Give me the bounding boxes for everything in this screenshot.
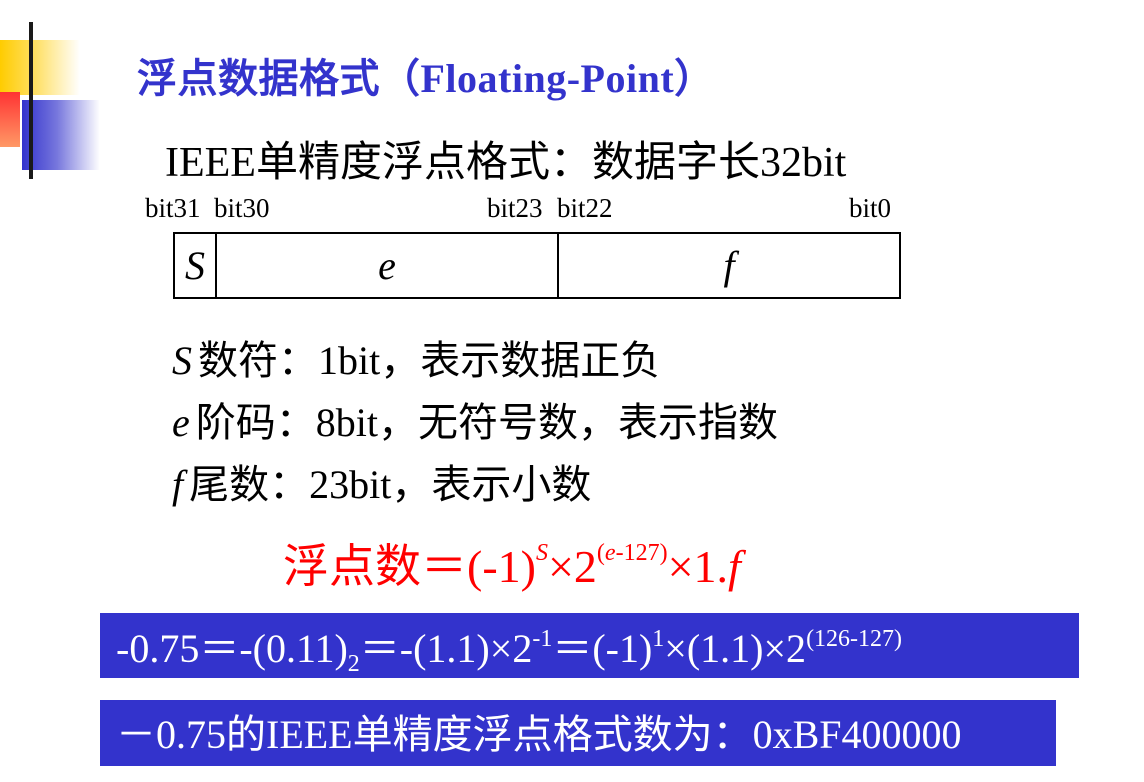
bit30-label: bit30 — [214, 193, 270, 223]
formula-power-rest: -127) — [615, 539, 668, 566]
bit31-label: bit31 — [145, 193, 201, 223]
result-box: －0.75的IEEE单精度浮点格式数为：0xBF400000 — [100, 700, 1056, 766]
slide-title: 浮点数据格式（Floating-Point） — [137, 56, 715, 101]
example-part2: ＝-(1.1)×2 — [359, 626, 533, 671]
example-final-exponent: (126-127) — [806, 625, 903, 652]
decor-red-block — [0, 92, 20, 147]
example-base-subscript: 2 — [347, 651, 360, 677]
exponent-symbol: e — [172, 400, 190, 445]
formula-power: (e-127) — [597, 540, 668, 566]
example-part3: ＝(-1) — [552, 626, 653, 671]
bit22-label: bit22 — [557, 193, 613, 223]
sign-symbol: S — [172, 338, 192, 383]
sign-field-cell: S — [175, 234, 217, 297]
formula-times-one: ×1. — [667, 541, 729, 592]
example-part4: ×(1.1)×2 — [664, 626, 807, 671]
fraction-symbol: f — [172, 462, 184, 507]
formula-power-e: e — [604, 539, 616, 566]
example-conversion-box: -0.75＝-(0.11)2＝-(1.1)×2-1＝(-1)1×(1.1)×2(… — [100, 613, 1079, 678]
exponent-description-text: 阶码：8bit，无符号数，表示指数 — [195, 400, 778, 445]
bit0-label: bit0 — [849, 193, 892, 223]
decor-vertical-line — [29, 22, 33, 179]
bit23-label: bit23 — [487, 193, 543, 223]
formula-sign-exponent: S — [535, 539, 548, 566]
sign-description-text: 数符：1bit，表示数据正负 — [198, 338, 661, 383]
float-field-table: S e f — [173, 232, 901, 299]
formula-f: f — [728, 541, 741, 592]
fraction-description: f 尾数：23bit，表示小数 — [172, 452, 591, 510]
slide-subtitle: IEEE单精度浮点格式：数据字长32bit — [165, 140, 847, 186]
exponent-description: e 阶码：8bit，无符号数，表示指数 — [172, 390, 778, 448]
example-sign-exponent: 1 — [652, 625, 665, 652]
example-part1: -0.75＝-(0.11) — [116, 626, 348, 671]
exponent-field-cell: e — [217, 234, 559, 297]
fraction-field-cell: f — [723, 243, 735, 288]
sign-description: S 数符：1bit，表示数据正负 — [172, 328, 660, 386]
formula-power-open: ( — [596, 539, 605, 566]
formula-lhs: 浮点数＝(-1) — [283, 541, 536, 592]
example-neg1-exponent: -1 — [532, 625, 553, 652]
formula-times-two: ×2 — [547, 541, 597, 592]
decor-blue-block — [22, 100, 100, 170]
decor-yellow-block — [0, 40, 80, 95]
float-value-formula: 浮点数＝(-1)S×2(e-127)×1.f — [283, 530, 741, 596]
fraction-description-text: 尾数：23bit，表示小数 — [189, 462, 592, 507]
